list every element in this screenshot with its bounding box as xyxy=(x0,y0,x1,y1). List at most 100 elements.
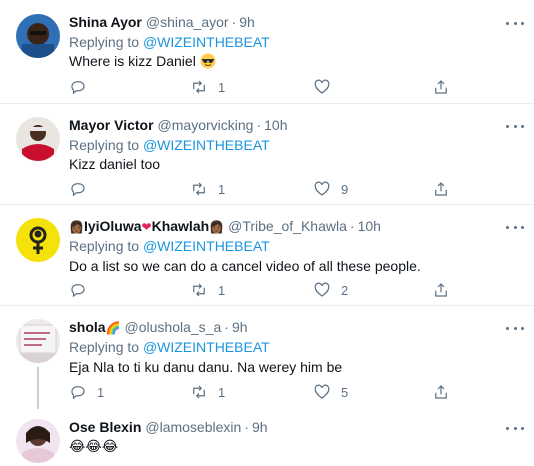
replying-to: Replying to @WIZEINTHEBEAT xyxy=(69,34,270,50)
reply-button[interactable] xyxy=(69,77,97,97)
retweet-button[interactable]: 1 xyxy=(190,77,225,97)
reply-icon xyxy=(71,284,85,298)
retweet-icon xyxy=(193,182,205,196)
like-button[interactable]: 5 xyxy=(313,382,348,402)
retweet-count: 1 xyxy=(218,181,226,197)
share-button[interactable] xyxy=(432,77,450,97)
display-name[interactable]: 👩🏾IyiOluwa❤Khawlah👩🏾 xyxy=(69,218,224,234)
separator: · xyxy=(244,419,249,435)
red-heart-icon: ❤ xyxy=(141,220,152,234)
like-button[interactable] xyxy=(313,77,341,97)
separator: · xyxy=(349,218,355,234)
retweet-button[interactable]: 1 xyxy=(190,280,225,300)
timestamp[interactable]: 10h xyxy=(264,117,287,133)
woman-emoji-icon: 👩🏾 xyxy=(69,220,84,234)
display-name[interactable]: Ose Blexin xyxy=(69,419,141,435)
heart-icon xyxy=(314,384,330,399)
timestamp[interactable]: 9h xyxy=(252,419,268,435)
share-button[interactable] xyxy=(432,179,450,199)
more-options-icon[interactable] xyxy=(506,423,524,433)
display-name-part: IyiOluwa xyxy=(83,218,142,234)
sunglasses-face-icon xyxy=(200,53,216,69)
retweet-count: 1 xyxy=(218,79,226,95)
share-button[interactable] xyxy=(432,280,450,300)
user-handle[interactable]: @lamoseblexin xyxy=(145,419,241,435)
tweet-actions: 1 xyxy=(69,77,534,97)
tweet[interactable]: Mayor Victor @mayorvicking · 10h Replyin… xyxy=(0,104,534,205)
display-name[interactable]: Mayor Victor xyxy=(69,117,154,133)
retweet-icon xyxy=(193,283,205,297)
thread-connector xyxy=(37,367,39,409)
share-icon xyxy=(435,283,447,297)
avatar[interactable] xyxy=(16,419,60,463)
rainbow-icon: 🌈 xyxy=(105,321,121,335)
like-count: 5 xyxy=(341,384,349,400)
user-handle[interactable]: @mayorvicking xyxy=(158,117,254,133)
share-button[interactable] xyxy=(432,382,450,402)
tweet-text: Do a list so we can do a cancel video of… xyxy=(69,258,421,274)
more-options-icon[interactable] xyxy=(506,121,524,131)
timestamp[interactable]: 9h xyxy=(232,319,248,335)
retweet-count: 1 xyxy=(218,384,226,400)
tweet-header: shola🌈 @olushola_s_a · 9h xyxy=(69,319,248,335)
timestamp[interactable]: 9h xyxy=(239,14,255,30)
reply-button[interactable] xyxy=(69,280,97,300)
tweet-header: Shina Ayor @shina_ayor · 9h xyxy=(69,14,255,30)
heart-icon xyxy=(314,79,330,94)
retweet-count: 1 xyxy=(218,282,226,298)
reply-button[interactable] xyxy=(69,179,97,199)
mention-link[interactable]: @WIZEINTHEBEAT xyxy=(143,34,270,50)
display-name[interactable]: Shina Ayor xyxy=(69,14,142,30)
tweet-header: 👩🏾IyiOluwa❤Khawlah👩🏾 @Tribe_of_Khawla · … xyxy=(69,218,381,234)
tweet-header: Ose Blexin @lamoseblexin · 9h xyxy=(69,419,268,435)
tweet[interactable]: Ose Blexin @lamoseblexin · 9h 😂😂😂 xyxy=(0,409,534,466)
replying-to: Replying to @WIZEINTHEBEAT xyxy=(69,339,270,355)
retweet-icon xyxy=(193,80,205,94)
separator: · xyxy=(224,319,229,335)
mention-link[interactable]: @WIZEINTHEBEAT xyxy=(143,339,270,355)
replying-to-label: Replying to xyxy=(69,137,143,153)
more-options-icon[interactable] xyxy=(506,18,524,28)
like-button[interactable]: 2 xyxy=(313,280,348,300)
avatar[interactable] xyxy=(16,218,60,262)
tweet[interactable]: shola🌈 @olushola_s_a · 9h Replying to @W… xyxy=(0,306,534,409)
reply-count: 1 xyxy=(97,384,105,400)
more-options-icon[interactable] xyxy=(506,323,524,333)
reply-button[interactable]: 1 xyxy=(69,382,104,402)
reply-icon xyxy=(71,386,85,400)
woman-emoji-icon: 👩🏾 xyxy=(209,220,225,234)
tweet[interactable]: 👩🏾IyiOluwa❤Khawlah👩🏾 @Tribe_of_Khawla · … xyxy=(0,205,534,306)
replying-to: Replying to @WIZEINTHEBEAT xyxy=(69,137,270,153)
tweet[interactable]: Shina Ayor @shina_ayor · 9h Replying to … xyxy=(0,0,534,104)
display-name-part: shola xyxy=(69,319,106,335)
avatar[interactable] xyxy=(16,319,60,363)
mention-link[interactable]: @WIZEINTHEBEAT xyxy=(143,238,270,254)
user-handle[interactable]: @shina_ayor xyxy=(146,14,229,30)
like-button[interactable]: 9 xyxy=(313,179,348,199)
user-handle[interactable]: @Tribe_of_Khawla xyxy=(228,218,347,234)
heart-icon xyxy=(314,282,330,297)
tweet-text-content: Where is kizz Daniel xyxy=(69,53,196,69)
mention-link[interactable]: @WIZEINTHEBEAT xyxy=(143,137,270,153)
user-handle[interactable]: @olushola_s_a xyxy=(125,319,222,335)
display-name-part: Khawlah xyxy=(151,218,210,234)
avatar[interactable] xyxy=(16,117,60,161)
like-count: 2 xyxy=(341,282,349,298)
more-options-icon[interactable] xyxy=(506,222,524,232)
heart-icon xyxy=(314,181,330,196)
tweet-text: Eja Nla to ti ku danu danu. Na werey him… xyxy=(69,359,343,375)
retweet-icon xyxy=(193,385,205,399)
tweet-actions: 1 1 5 xyxy=(69,382,534,402)
tweet-text: Kizz daniel too xyxy=(69,156,161,172)
tweet-actions: 1 2 xyxy=(69,280,534,300)
retweet-button[interactable]: 1 xyxy=(190,179,225,199)
tweet-text: Where is kizz Daniel xyxy=(69,53,216,69)
share-icon xyxy=(435,385,447,399)
avatar[interactable] xyxy=(16,14,60,58)
separator: · xyxy=(231,14,237,30)
timestamp[interactable]: 10h xyxy=(358,218,381,234)
replying-to-label: Replying to xyxy=(69,34,143,50)
like-count: 9 xyxy=(341,181,349,197)
retweet-button[interactable]: 1 xyxy=(190,382,225,402)
display-name[interactable]: shola🌈 xyxy=(69,319,121,335)
